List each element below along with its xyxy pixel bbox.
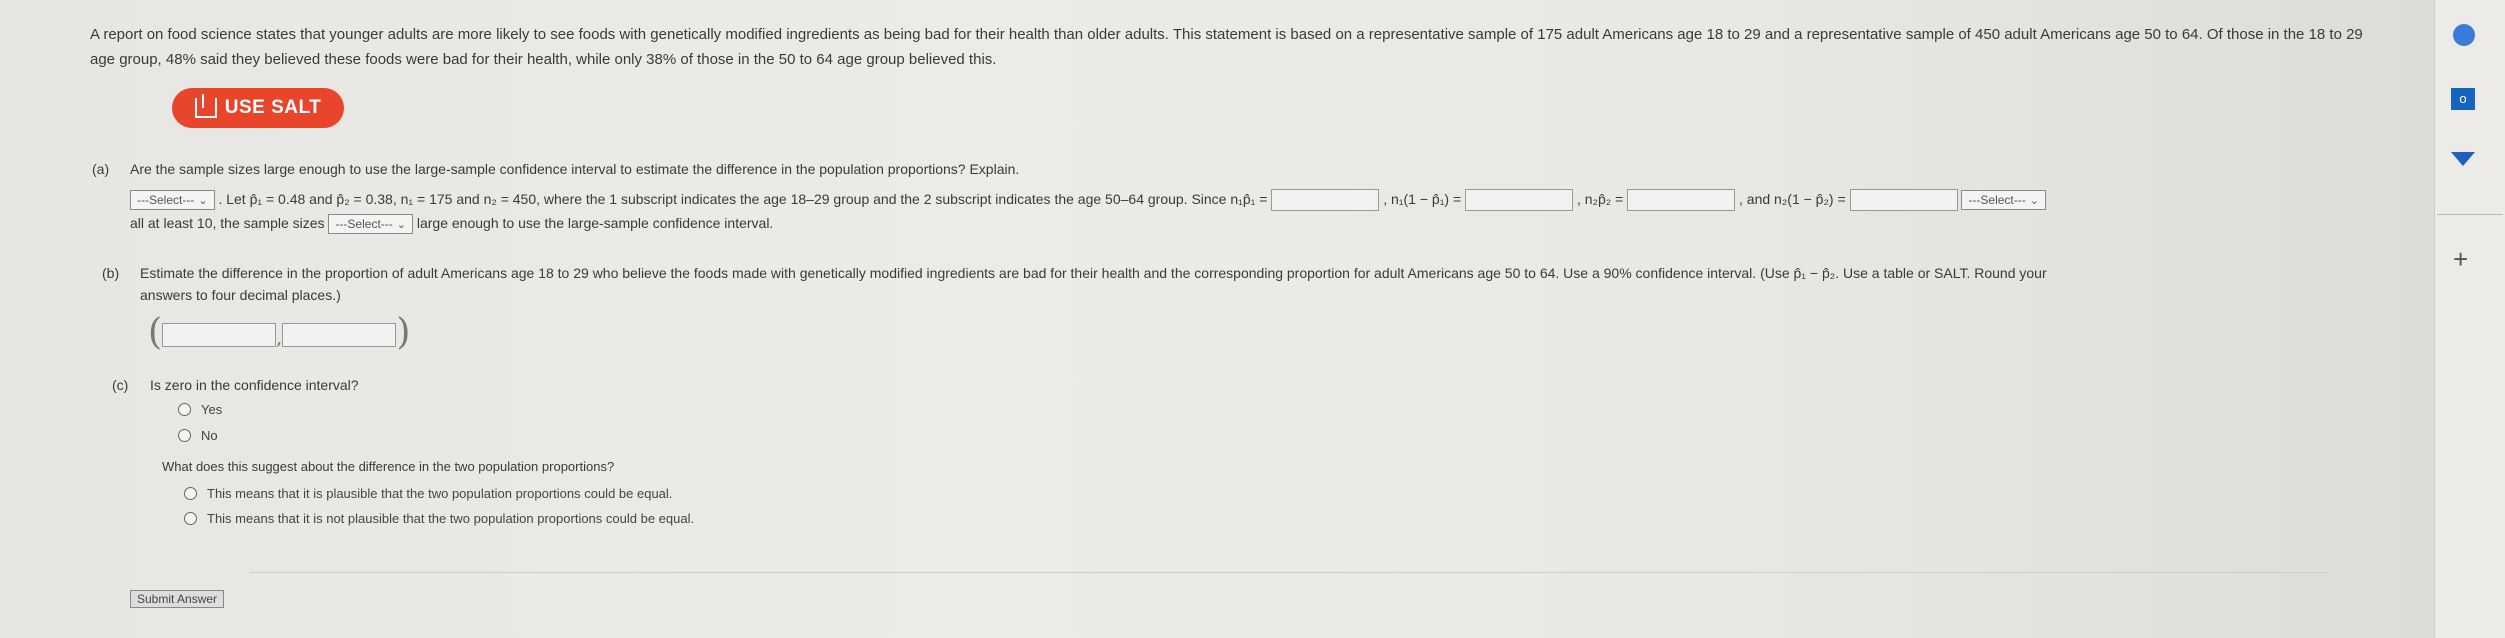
answer-n2p2-input[interactable] [1627,189,1736,212]
part-a-line1: ---Select--- ⌄ . Let p̂₁ = 0.48 and p̂₂ =… [130,188,2046,212]
use-salt-button[interactable]: USE SALT [172,88,344,128]
confidence-interval-group: (,) [148,312,411,353]
part-c-text: Is zero in the confidence interval? [150,377,359,393]
answer-n2q2-input[interactable] [1849,189,1958,212]
salt-icon [194,94,217,118]
part-c-label: (c) [112,377,129,393]
radio-circle[interactable] [184,487,197,500]
part-b-label: (b) [102,265,120,281]
toolbar-divider [2437,214,2503,215]
part-a-text-n2p2: , n₂p̂₂ = [1576,191,1624,207]
part-a-question: (a) Are the sample sizes large enough to … [92,158,1019,180]
side-toolbar: o + [2434,0,2505,638]
radio-no-label: No [201,428,218,443]
question-page: A report on food science states that you… [0,0,2434,638]
part-c-question-2: What does this suggest about the differe… [162,459,615,474]
answer-n1q1-input[interactable] [1465,189,1574,212]
part-a-text-n2q2: , and n₂(1 − p̂₂) = [1739,191,1846,207]
ci-upper-input[interactable] [282,323,397,347]
part-a-text1: . Let p̂₁ = 0.48 and p̂₂ = 0.38, n₁ = 17… [218,191,1268,207]
problem-intro: A report on food science states that you… [90,26,2363,68]
radio-circle[interactable] [184,512,197,525]
radio-plausible-equal[interactable]: This means that it is plausible that the… [184,486,672,501]
part-b-question: (b) Estimate the difference in the propor… [102,262,2382,306]
radio-plausible-label: This means that it is plausible that the… [207,486,673,501]
chevron-down-icon: ⌄ [2029,195,2039,208]
radio-circle[interactable] [178,403,191,416]
select-3-value: ---Select--- [335,217,393,232]
part-c-question: (c) Is zero in the confidence interval? [112,374,359,396]
part-a-text-n1q1: , n₁(1 − p̂₁) = [1383,191,1462,207]
radio-not-plausible-equal[interactable]: This means that it is not plausible that… [184,511,694,526]
use-salt-label: USE SALT [224,97,322,118]
part-b-text: Estimate the difference in the proportio… [140,265,2047,281]
radio-no[interactable]: No [178,428,218,443]
answer-n1p1-input[interactable] [1271,189,1380,212]
select-dropdown-3[interactable]: ---Select--- ⌄ [328,214,413,235]
chevron-down-icon: ⌄ [396,219,406,232]
radio-circle[interactable] [178,429,191,442]
part-a-line2: all at least 10, the sample sizes ---Sel… [130,212,774,235]
bookmark-icon[interactable] [2451,152,2475,166]
radio-not-plausible-label: This means that it is not plausible that… [207,511,695,526]
submit-answer-button[interactable]: Submit Answer [130,590,225,608]
part-a-label: (a) [92,161,110,177]
plus-icon[interactable]: + [2453,244,2468,275]
select-1-value: ---Select--- [137,193,195,208]
chevron-down-icon: ⌄ [198,195,208,208]
part-a-line2-text-b: large enough to use the large-sample con… [416,215,774,231]
extension-icon[interactable] [2453,24,2475,46]
radio-yes-label: Yes [201,402,223,417]
select-dropdown-2[interactable]: ---Select--- ⌄ [1961,190,2046,211]
select-dropdown-1[interactable]: ---Select--- ⌄ [130,190,215,211]
part-b-text2: answers to four decimal places.) [140,287,341,303]
part-a-text: Are the sample sizes large enough to use… [130,161,1020,177]
outlook-icon[interactable]: o [2451,88,2475,110]
part-a-line2-text: all at least 10, the sample sizes [130,215,325,231]
select-2-value: ---Select--- [1968,193,2026,208]
divider [250,572,2330,573]
radio-yes[interactable]: Yes [178,402,222,417]
ci-lower-input[interactable] [162,323,277,347]
